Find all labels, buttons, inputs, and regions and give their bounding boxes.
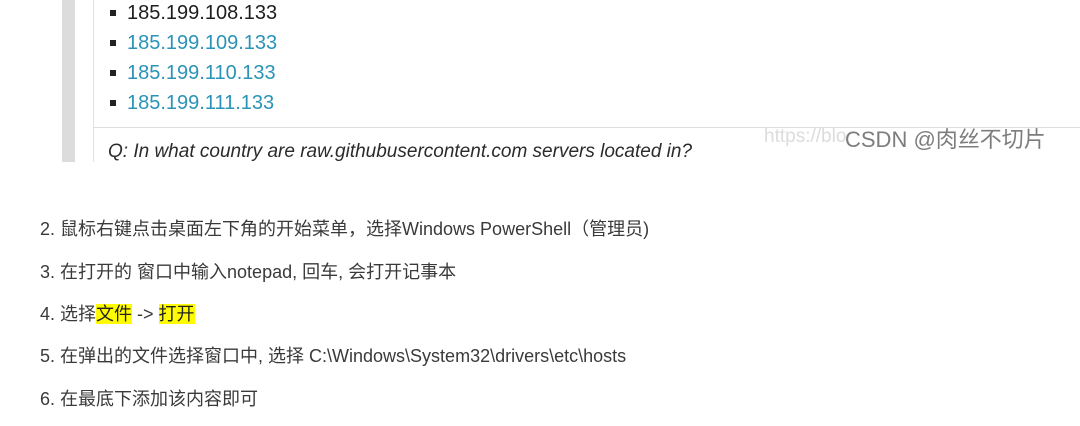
csdn-watermark: CSDN @肉丝不切片 xyxy=(845,127,1046,152)
highlight-file: 文件 xyxy=(96,304,133,324)
bullet-icon xyxy=(110,100,116,106)
step-text: 在打开的 窗口中输入notepad, 回车, 会打开记事本 xyxy=(60,262,457,282)
question-text: Q: In what country are raw.githubusercon… xyxy=(108,141,693,162)
ip-address-link[interactable]: 185.199.109.133 xyxy=(127,32,277,55)
embedded-screenshot: 185.199.108.133 185.199.109.133 185.199.… xyxy=(0,0,1080,162)
ip-address: 185.199.108.133 xyxy=(127,1,278,24)
step-item: 3. 在打开的 窗口中输入notepad, 回车, 会打开记事本 xyxy=(40,258,456,284)
step-number: 6. xyxy=(40,389,56,409)
step-item: 6. 在最底下添加该内容即可 xyxy=(40,385,258,411)
list-item: 185.199.108.133 xyxy=(108,0,277,28)
scroll-gutter xyxy=(62,0,75,162)
bullet-icon xyxy=(110,10,116,16)
list-item: 185.199.109.133 xyxy=(108,28,277,58)
step-item: 5. 在弹出的文件选择窗口中, 选择 C:\Windows\System32\d… xyxy=(40,342,626,368)
step-number: 5. xyxy=(40,346,56,366)
bullet-icon xyxy=(110,40,116,46)
step-number: 2. xyxy=(40,219,56,239)
step-text: 在最底下添加该内容即可 xyxy=(60,389,259,409)
bullet-icon xyxy=(110,70,116,76)
watermark-url: https://blo xyxy=(764,126,847,147)
step-number: 3. xyxy=(40,262,56,282)
step-text: 选择 xyxy=(60,304,97,324)
step-item: 2. 鼠标右键点击桌面左下角的开始菜单，选择Windows PowerShell… xyxy=(40,215,649,241)
step-item: 4. 选择文件 -> 打开 xyxy=(40,300,195,326)
ip-address-link[interactable]: 185.199.110.133 xyxy=(127,62,276,85)
list-item: 185.199.111.133 xyxy=(108,88,277,118)
list-item: 185.199.110.133 xyxy=(108,58,277,88)
step-number: 4. xyxy=(40,304,56,324)
step-arrow: -> xyxy=(132,304,159,324)
ip-address-link[interactable]: 185.199.111.133 xyxy=(127,92,274,115)
step-text: 鼠标右键点击桌面左下角的开始菜单，选择Windows PowerShell（管理… xyxy=(60,219,650,239)
step-text: 在弹出的文件选择窗口中, 选择 C:\Windows\System32\driv… xyxy=(60,346,627,366)
highlight-open: 打开 xyxy=(158,304,195,324)
ip-address-list: 185.199.108.133 185.199.109.133 185.199.… xyxy=(108,0,277,118)
